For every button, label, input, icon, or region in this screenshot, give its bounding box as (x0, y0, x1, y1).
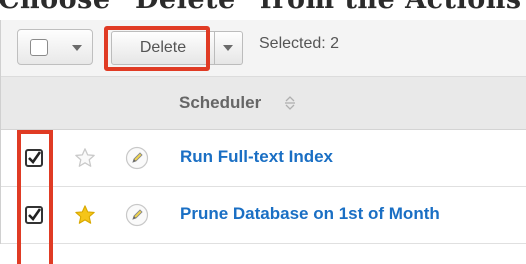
actions-menu-button[interactable] (215, 31, 243, 65)
chevron-down-icon (72, 45, 82, 51)
selected-count: Selected: 2 (259, 35, 340, 52)
row-checkbox[interactable] (25, 206, 43, 224)
table-header: Scheduler (1, 77, 526, 130)
pencil-icon[interactable] (125, 146, 149, 170)
select-all-dropdown[interactable] (17, 29, 93, 65)
row-checkbox[interactable] (25, 149, 43, 167)
delete-button[interactable]: Delete (111, 31, 215, 65)
chevron-down-icon (223, 45, 233, 51)
star-icon[interactable] (74, 204, 96, 226)
table-row[interactable]: Run Full-text Index (1, 130, 526, 187)
pencil-icon[interactable] (125, 203, 149, 227)
table-row[interactable]: Prune Database on 1st of Month (1, 187, 526, 244)
action-toolbar: Delete Selected: 2 (1, 20, 526, 77)
column-header-scheduler[interactable]: Scheduler (179, 93, 261, 113)
sort-icon[interactable] (284, 94, 296, 112)
scheduler-name-link[interactable]: Run Full-text Index (180, 147, 333, 167)
instruction-caption: Choose "Delete" from the Actions (0, 0, 526, 20)
select-all-checkbox[interactable] (30, 39, 48, 56)
star-icon[interactable] (74, 147, 96, 169)
scheduler-name-link[interactable]: Prune Database on 1st of Month (180, 204, 440, 224)
list-view-panel: Delete Selected: 2 Scheduler Run Full-te… (0, 20, 526, 264)
